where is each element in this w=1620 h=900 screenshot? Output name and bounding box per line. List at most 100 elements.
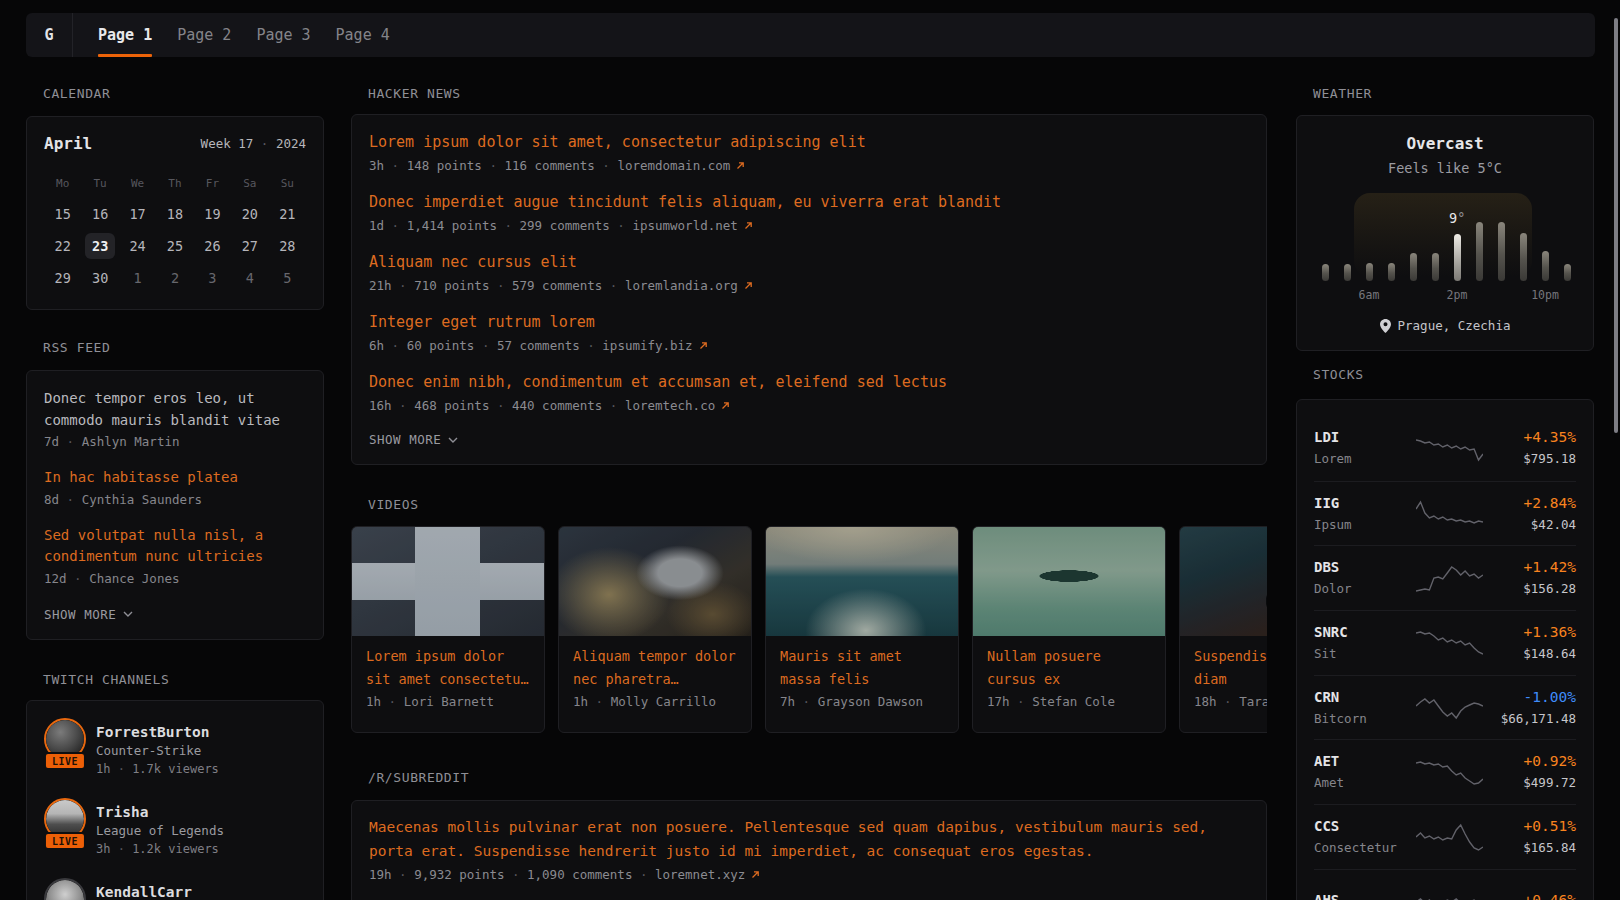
weather-hour-bar	[1410, 253, 1417, 281]
twitch-channel-row[interactable]: KendallCarr	[44, 878, 306, 900]
hackernews-item-title[interactable]: Aliquam nec cursus elit	[369, 252, 1249, 272]
hackernews-section-label: HACKER NEWS	[368, 86, 461, 102]
video-title[interactable]: Aliquam tempor dolor nec pharetra…	[573, 645, 737, 690]
weather-hour-bar	[1520, 233, 1527, 281]
twitch-avatar-wrap	[44, 878, 86, 900]
active-tab-underline	[98, 54, 152, 57]
calendar-day: 4	[231, 269, 268, 287]
hackernews-item: Donec imperdiet augue tincidunt felis al…	[369, 192, 1249, 235]
tab-page-1[interactable]: Page 1	[98, 13, 152, 57]
live-badge: LIVE	[44, 752, 86, 770]
calendar-section-label: CALENDAR	[43, 86, 110, 102]
stock-name: Amet	[1314, 774, 1416, 792]
stock-symbol: AET	[1314, 752, 1416, 771]
twitch-channel-name: KendallCarr	[96, 883, 192, 900]
page-tabs: Page 1 Page 2 Page 3 Page 4	[73, 13, 390, 57]
hackernews-show-more-button[interactable]: SHOW MORE	[369, 432, 1249, 447]
video-title[interactable]: Suspendisse posuere diam	[1194, 645, 1267, 690]
rss-section-label: RSS FEED	[43, 340, 110, 356]
stock-sparkline	[1416, 822, 1483, 852]
stock-price: $795.18	[1483, 450, 1576, 468]
twitch-channel-viewers: 1h · 1.7k viewers	[96, 760, 219, 779]
video-card[interactable]: Nullam posuere cursus ex17h · Stefan Col…	[972, 526, 1166, 733]
external-link-icon	[736, 161, 745, 170]
video-card[interactable]: Mauris sit amet massa felis7h · Grayson …	[765, 526, 959, 733]
video-title[interactable]: Nullam posuere cursus ex	[987, 645, 1151, 690]
weather-hour-bar	[1498, 222, 1505, 281]
calendar-day-header: We	[119, 177, 156, 191]
hackernews-item-title[interactable]: Donec enim nibh, condimentum et accumsan…	[369, 372, 1249, 392]
stock-row[interactable]: AETAmet+0.92%$499.72	[1314, 739, 1576, 804]
subreddit-post-title[interactable]: Maecenas mollis pulvinar erat non posuer…	[369, 816, 1249, 863]
calendar-day: 18	[156, 205, 193, 223]
video-thumbnail[interactable]	[766, 527, 958, 636]
stock-sparkline	[1416, 693, 1483, 723]
video-thumbnail[interactable]	[1180, 527, 1267, 636]
rss-item-title[interactable]: Donec tempor eros leo, ut commodo mauris…	[44, 388, 306, 431]
weather-hour-label: 10pm	[1531, 288, 1559, 302]
hackernews-item-title[interactable]: Lorem ipsum dolor sit amet, consectetur …	[369, 132, 1249, 152]
weather-hour-bar	[1366, 263, 1373, 281]
video-card[interactable]: Aliquam tempor dolor nec pharetra…1h · M…	[558, 526, 752, 733]
tab-page-4[interactable]: Page 4	[336, 13, 390, 57]
tab-page-3[interactable]: Page 3	[256, 13, 310, 57]
external-link-icon	[699, 341, 708, 350]
calendar-day-header: Tu	[81, 177, 118, 191]
twitch-channel-viewers: 3h · 1.2k viewers	[96, 840, 224, 859]
hackernews-item-meta: 16h · 468 points · 440 comments · loremt…	[369, 397, 1249, 415]
twitch-channel-row[interactable]: LIVETrishaLeague of Legends3h · 1.2k vie…	[44, 798, 306, 859]
video-title[interactable]: Mauris sit amet massa felis	[780, 645, 944, 690]
hackernews-item: Integer eget rutrum lorem6h · 60 points …	[369, 312, 1249, 355]
stock-symbol: DBS	[1314, 558, 1416, 577]
weather-widget: Overcast Feels like 5°C 9° Prague, Czech…	[1296, 115, 1594, 351]
calendar-day: 1	[119, 269, 156, 287]
hackernews-item-meta: 3h · 148 points · 116 comments · loremdo…	[369, 157, 1249, 175]
stock-sparkline	[1416, 887, 1483, 900]
videos-section-label: VIDEOS	[368, 497, 419, 513]
stock-row[interactable]: CCSConsectetur+0.51%$165.84	[1314, 804, 1576, 869]
page-scrollbar[interactable]	[1614, 18, 1618, 433]
rss-show-more-button[interactable]: SHOW MORE	[44, 607, 306, 622]
weather-condition: Overcast	[1297, 134, 1593, 154]
video-thumbnail[interactable]	[559, 527, 751, 636]
calendar-day-header: Su	[269, 177, 306, 191]
hackernews-item-meta: 1d · 1,414 points · 299 comments · ipsum…	[369, 217, 1249, 235]
stock-row[interactable]: DBSDolor+1.42%$156.28	[1314, 545, 1576, 610]
stock-change: +0.92%	[1483, 752, 1576, 771]
calendar-day-header: Mo	[44, 177, 81, 191]
stock-row[interactable]: IIGIpsum+2.84%$42.04	[1314, 481, 1576, 546]
rss-item-meta: 8d · Cynthia Saunders	[44, 491, 306, 508]
subreddit-post-meta: 19h · 9,932 points · 1,090 comments · lo…	[369, 867, 1249, 882]
external-link-icon	[744, 221, 753, 230]
tab-page-2[interactable]: Page 2	[177, 13, 231, 57]
header-bar: G Page 1 Page 2 Page 3 Page 4	[26, 13, 1595, 57]
stock-row[interactable]: AHS+0.46%	[1314, 869, 1576, 900]
rss-item-title[interactable]: Sed volutpat nulla nisl, a condimentum n…	[44, 525, 306, 568]
calendar-day: 24	[119, 237, 156, 255]
weather-current-temp: 9°	[1449, 210, 1465, 226]
weather-location: Prague, Czechia	[1297, 318, 1593, 333]
stock-change: +0.51%	[1483, 817, 1576, 836]
video-thumbnail[interactable]	[352, 527, 544, 636]
hackernews-item: Lorem ipsum dolor sit amet, consectetur …	[369, 132, 1249, 175]
hackernews-item-title[interactable]: Donec imperdiet augue tincidunt felis al…	[369, 192, 1249, 212]
hackernews-item: Donec enim nibh, condimentum et accumsan…	[369, 372, 1249, 415]
app-logo[interactable]: G	[26, 13, 73, 57]
stock-row[interactable]: SNRCSit+1.36%$148.64	[1314, 610, 1576, 675]
twitch-section-label: TWITCH CHANNELS	[43, 672, 169, 688]
stock-row[interactable]: CRNBitcorn-1.00%$66,171.48	[1314, 675, 1576, 740]
stock-price: $66,171.48	[1483, 710, 1576, 728]
video-card[interactable]: Lorem ipsum dolor sit amet consectetu…1h…	[351, 526, 545, 733]
calendar-day: 17	[119, 205, 156, 223]
video-card[interactable]: Suspendisse posuere diam18h · Tara	[1179, 526, 1267, 733]
stock-sparkline	[1416, 499, 1483, 529]
video-thumbnail[interactable]	[973, 527, 1165, 636]
hackernews-item-title[interactable]: Integer eget rutrum lorem	[369, 312, 1249, 332]
rss-item-title[interactable]: In hac habitasse platea	[44, 467, 306, 489]
twitch-channel-name: Trisha	[96, 803, 224, 821]
video-title[interactable]: Lorem ipsum dolor sit amet consectetu…	[366, 645, 530, 690]
stock-symbol: CCS	[1314, 817, 1416, 836]
stock-name: Consectetur	[1314, 839, 1416, 857]
twitch-channel-row[interactable]: LIVEForrestBurtonCounter-Strike1h · 1.7k…	[44, 718, 306, 779]
stock-row[interactable]: LDILorem+4.35%$795.18	[1314, 416, 1576, 481]
